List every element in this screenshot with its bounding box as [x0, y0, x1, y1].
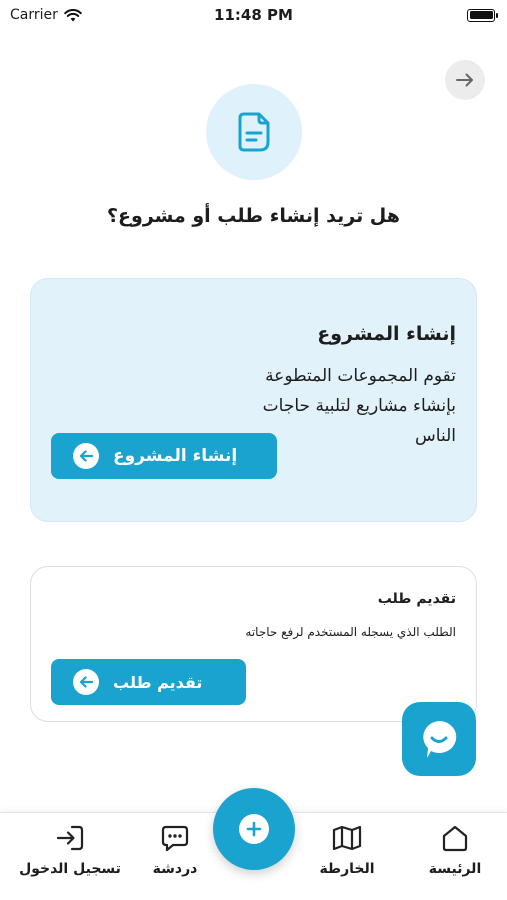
nav-item-home[interactable]: الرئيسة [420, 823, 490, 877]
create-project-button-label: إنشاء المشروع [113, 446, 238, 466]
create-project-button[interactable]: إنشاء المشروع [51, 433, 277, 479]
page-title: هل تريد إنشاء طلب أو مشروع؟ [107, 205, 400, 227]
status-left: Carrier [10, 7, 82, 23]
nav-map-label: الخارطة [319, 861, 375, 877]
arrow-right-icon [456, 73, 473, 87]
nav-login-label: تسجيل الدخول [19, 861, 121, 877]
project-card-description: تقوم المجموعات المتطوعة بإنشاء مشاريع لت… [262, 366, 456, 446]
nav-chat-label: دردشة [152, 861, 198, 877]
back-button[interactable] [445, 60, 485, 100]
request-card-description: الطلب الذي يسجله المستخدم لرفع حاجاته [245, 625, 456, 639]
wifi-icon [64, 8, 82, 21]
battery-icon [467, 8, 498, 22]
submit-request-button[interactable]: تقديم طلب [51, 659, 246, 705]
support-chat-button[interactable] [402, 702, 476, 776]
add-button[interactable] [213, 788, 295, 870]
status-bar: Carrier 11:48 PM [0, 0, 507, 30]
home-icon [440, 823, 470, 853]
create-project-card: إنشاء المشروع تقوم المجموعات المتطوعة بإ… [30, 278, 477, 522]
chat-bubble-smile-icon [423, 720, 457, 758]
submit-request-card: تقديم طلب الطلب الذي يسجله المستخدم لرفع… [30, 566, 477, 722]
hero-icon-circle [206, 84, 302, 180]
nav-item-chat[interactable]: دردشة [140, 823, 210, 877]
login-icon [55, 823, 85, 853]
message-dots-icon [160, 823, 190, 853]
battery-level [469, 11, 493, 19]
document-icon [238, 112, 270, 152]
arrow-left-circle-icon [73, 669, 99, 695]
nav-item-login[interactable]: تسجيل الدخول [10, 823, 130, 877]
arrow-left-circle-icon [73, 443, 99, 469]
nav-item-map[interactable]: الخارطة [312, 823, 382, 877]
map-icon [332, 823, 362, 853]
nav-home-label: الرئيسة [428, 861, 482, 877]
submit-request-button-label: تقديم طلب [113, 672, 203, 692]
plus-icon [239, 814, 269, 844]
request-card-title: تقديم طلب [377, 591, 456, 607]
carrier-label: Carrier [10, 7, 58, 23]
project-card-title: إنشاء المشروع [317, 323, 456, 345]
status-time: 11:48 PM [214, 6, 293, 24]
